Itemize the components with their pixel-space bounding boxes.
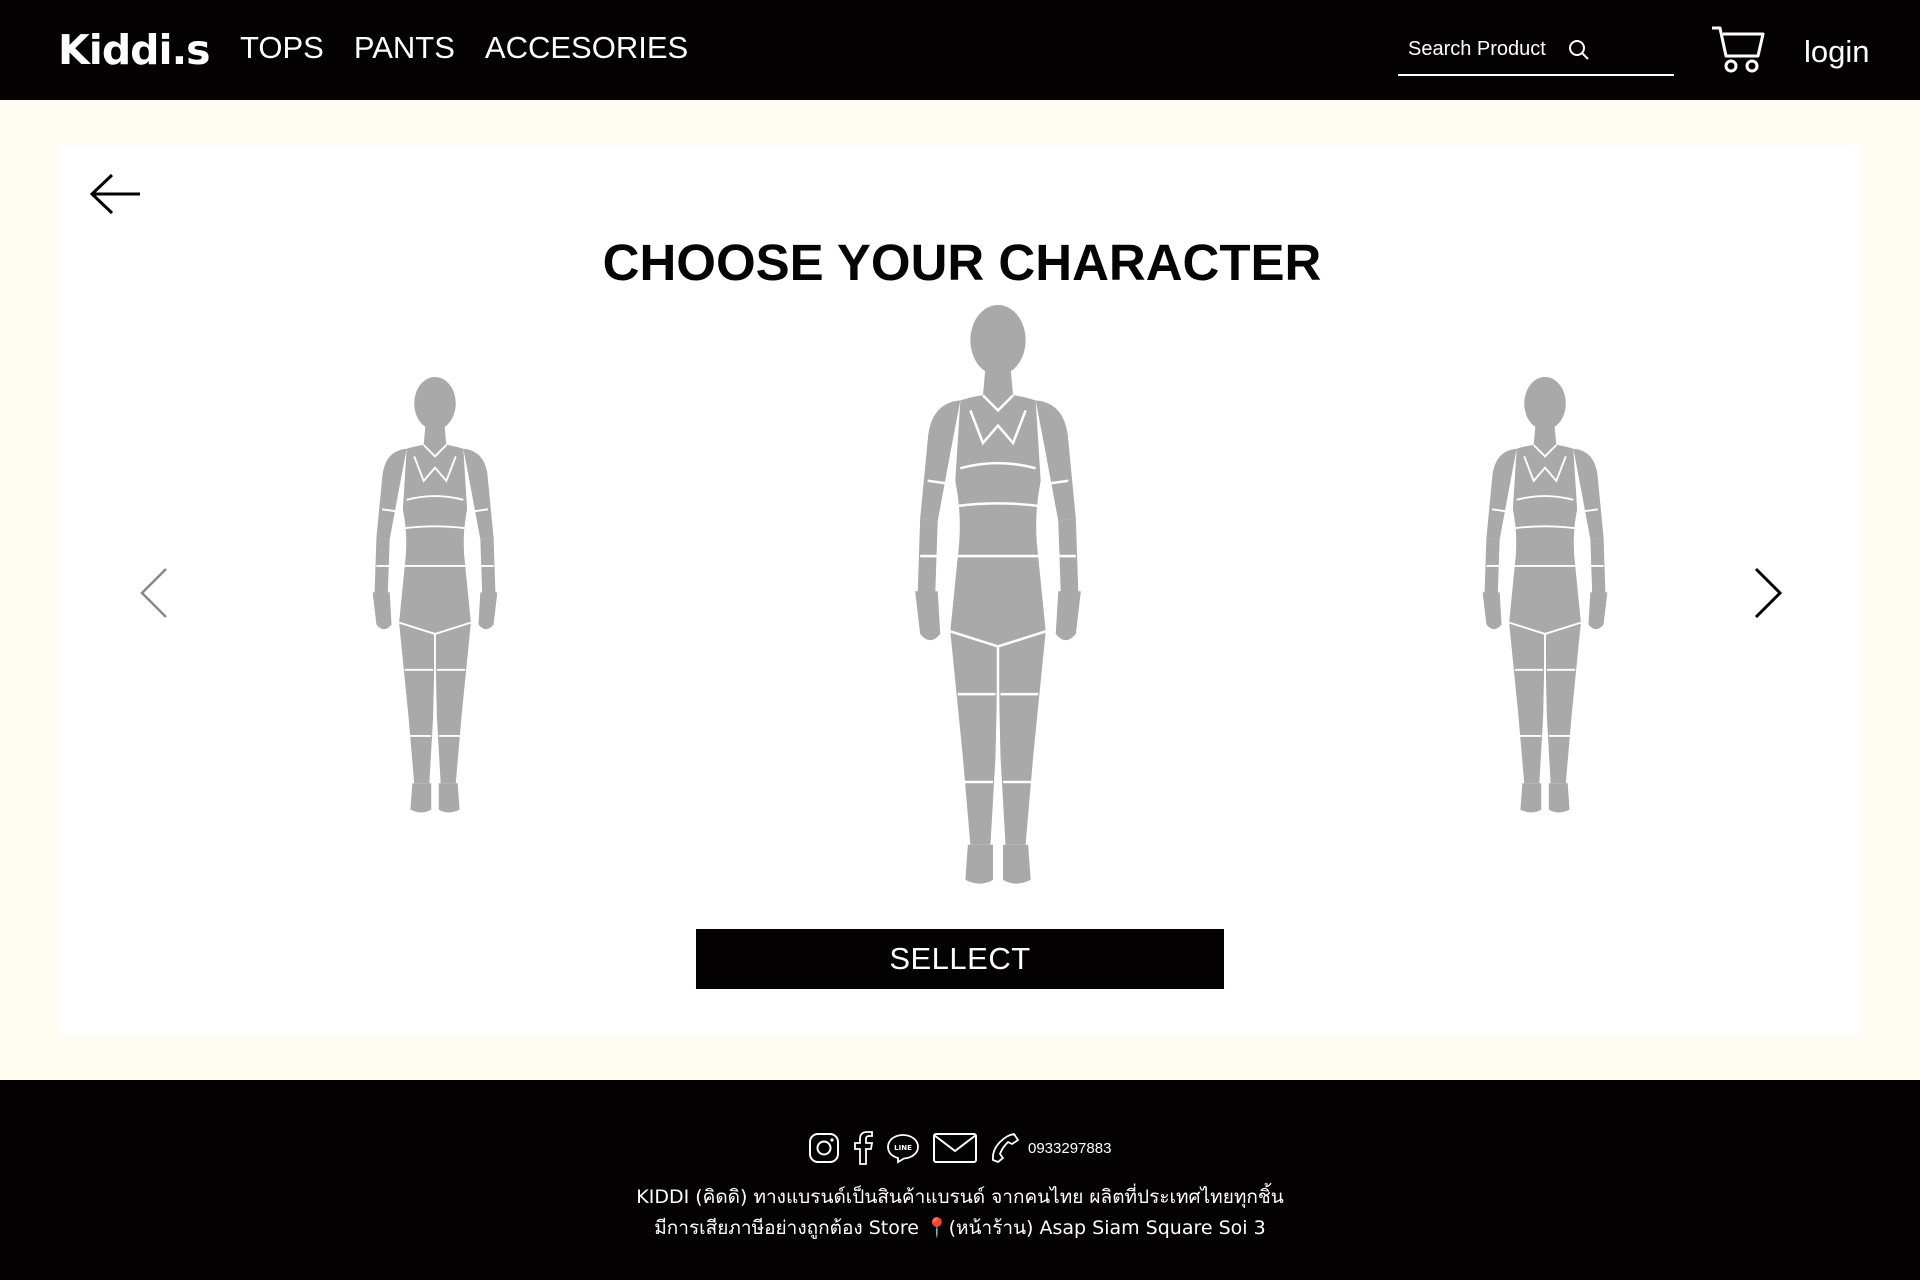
social-links: LINE 0933297883 [808, 1128, 1111, 1168]
instagram-icon[interactable] [808, 1132, 840, 1164]
phone-number: 0933297883 [1028, 1139, 1112, 1157]
character-selector-card: CHOOSE YOUR CHARACTER SELLECT [60, 145, 1860, 1035]
character-figure-right[interactable] [1445, 377, 1645, 821]
footer-store-text: มีการเสียภาษีอย่างถูกต้อง Store 📍(หน้าร้… [654, 1217, 1266, 1239]
search-bar [1398, 34, 1674, 76]
character-figure-selected[interactable] [868, 305, 1128, 895]
page-title: CHOOSE YOUR CHARACTER [602, 234, 1322, 291]
phone-icon[interactable] [990, 1132, 1020, 1164]
facebook-icon[interactable] [852, 1131, 874, 1165]
select-button[interactable]: SELLECT [696, 929, 1224, 989]
previous-character-arrow-icon[interactable] [136, 565, 172, 621]
nav-tops[interactable]: TOPS [240, 30, 324, 66]
login-link[interactable]: login [1804, 34, 1870, 70]
search-input[interactable] [1408, 34, 1563, 61]
svg-text:LINE: LINE [894, 1144, 912, 1152]
footer-brand-text: KIDDI (คิดดิ) ทางแบรนด์เป็นสินค้าแบรนด์ … [636, 1186, 1284, 1208]
character-figure-left[interactable] [335, 377, 535, 821]
nav-accesories[interactable]: ACCESORIES [485, 30, 688, 66]
top-nav-bar: Kiddi.s TOPS PANTS ACCESORIES login [0, 0, 1920, 100]
brand-logo[interactable]: Kiddi.s [58, 26, 211, 74]
nav-pants[interactable]: PANTS [354, 30, 455, 66]
cart-icon[interactable] [1710, 24, 1766, 74]
back-arrow-icon[interactable] [88, 171, 142, 217]
main-nav: TOPS PANTS ACCESORIES [240, 30, 688, 66]
email-icon[interactable] [932, 1132, 978, 1164]
line-icon[interactable]: LINE [886, 1132, 920, 1164]
footer: LINE 0933297883 KIDDI (คิดดิ) ทางแบรนด์เ… [0, 1080, 1920, 1280]
search-icon[interactable] [1567, 38, 1591, 67]
next-character-arrow-icon[interactable] [1750, 565, 1786, 621]
